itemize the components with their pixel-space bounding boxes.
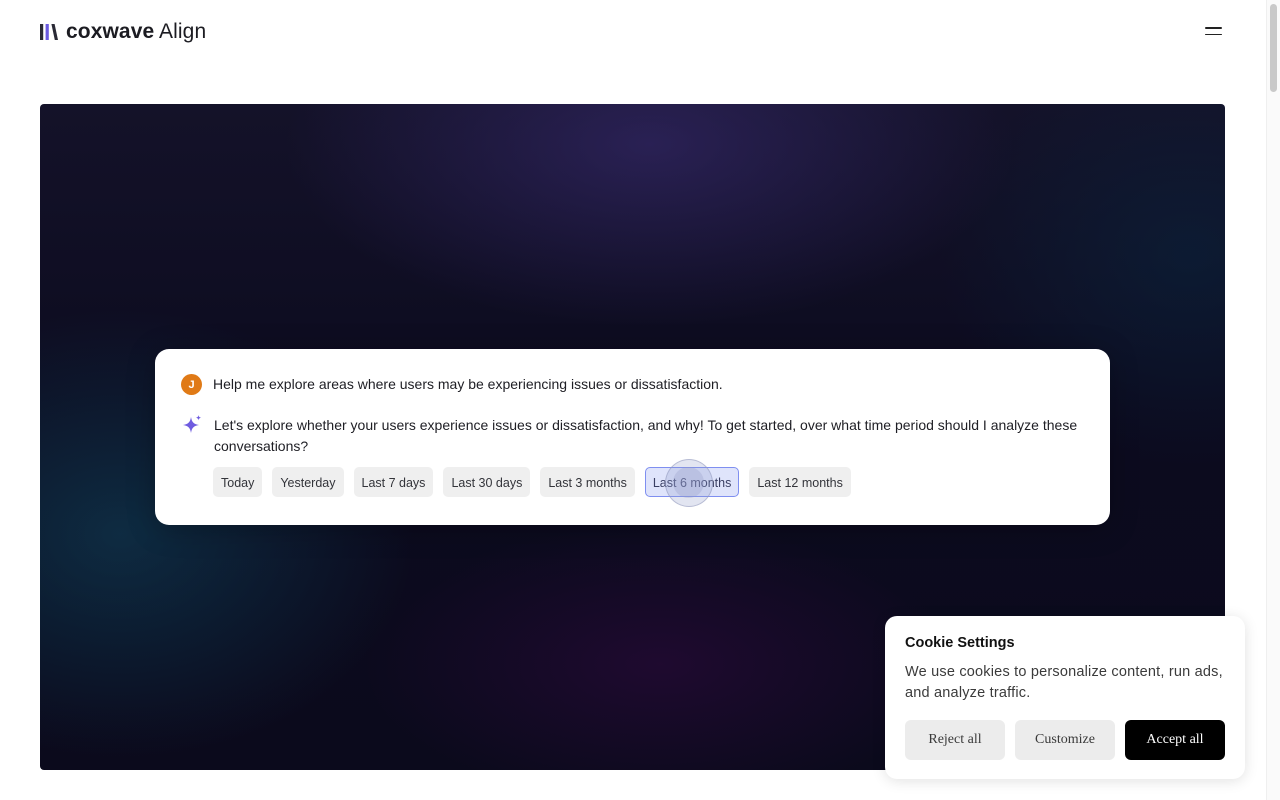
scrollbar-thumb[interactable] — [1270, 4, 1277, 92]
scrollbar-track[interactable] — [1266, 0, 1280, 800]
logo-product: Align — [159, 20, 207, 43]
option-today[interactable]: Today — [213, 467, 263, 497]
chat-card: J Help me explore areas where users may … — [155, 349, 1110, 525]
site-header: coxwave Align — [0, 0, 1266, 64]
option-last-7-days[interactable]: Last 7 days — [353, 467, 434, 497]
option-last-30-days[interactable]: Last 30 days — [443, 467, 531, 497]
user-avatar: J — [181, 374, 202, 395]
option-last-6-months[interactable]: Last 6 months — [644, 459, 740, 507]
logo[interactable]: coxwave Align — [40, 20, 206, 44]
option-last-3-months[interactable]: Last 3 months — [540, 467, 635, 497]
logo-text: coxwave Align — [66, 20, 206, 44]
time-period-options: Today Yesterday Last 7 days Last 30 days… — [213, 459, 851, 507]
cookie-title: Cookie Settings — [905, 635, 1015, 651]
logo-brand: coxwave — [66, 20, 155, 43]
user-message-row: J Help me explore areas where users may … — [181, 374, 723, 395]
accept-all-button[interactable]: Accept all — [1125, 720, 1225, 760]
cookie-text: We use cookies to personalize content, r… — [905, 664, 1223, 701]
ai-message: Let's explore whether your users experie… — [214, 417, 1078, 454]
user-message: Help me explore areas where users may be… — [213, 376, 723, 392]
logo-mark-icon — [40, 24, 58, 40]
option-last-12-months[interactable]: Last 12 months — [749, 467, 851, 497]
ai-message-row: Let's explore whether your users experie… — [181, 415, 1084, 457]
option-yesterday[interactable]: Yesterday — [272, 467, 344, 497]
option-last-6-months-label: Last 6 months — [652, 476, 732, 490]
hamburger-icon[interactable] — [1200, 20, 1226, 42]
menu-line — [1204, 26, 1222, 29]
menu-line — [1204, 33, 1222, 36]
cookie-buttons: Reject all Customize Accept all — [905, 720, 1225, 760]
customize-button[interactable]: Customize — [1015, 720, 1115, 760]
sparkle-icon — [183, 415, 202, 433]
cookie-banner: Cookie Settings We use cookies to person… — [885, 616, 1245, 779]
reject-all-button[interactable]: Reject all — [905, 720, 1005, 760]
